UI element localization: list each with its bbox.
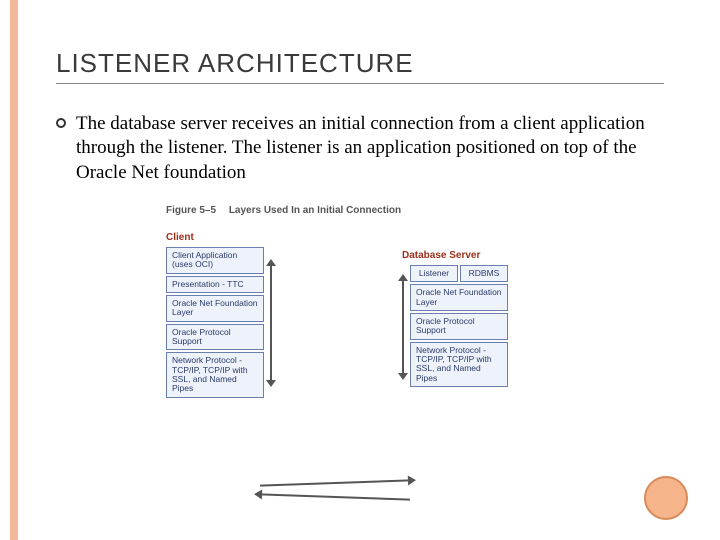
figure: Figure 5–5 Layers Used In an Initial Con… — [166, 205, 664, 400]
arrow-left-icon — [260, 493, 410, 500]
client-layer: Oracle Net Foundation Layer — [166, 295, 264, 322]
client-layer: Oracle Protocol Support — [166, 324, 264, 351]
body-bullet-row: The database server receives an initial … — [56, 112, 664, 185]
vertical-arrow-icon — [270, 264, 272, 382]
decorative-circle-icon — [644, 476, 688, 520]
client-layer: Client Application (uses OCI) — [166, 247, 264, 274]
server-layer: Oracle Protocol Support — [410, 313, 508, 340]
accent-bar — [10, 0, 18, 540]
vertical-arrow-icon — [402, 279, 404, 375]
client-layer: Presentation - TTC — [166, 276, 264, 293]
figure-caption-text: Layers Used In an Initial Connection — [229, 205, 401, 216]
client-layer: Network Protocol - TCP/IP, TCP/IP with S… — [166, 352, 264, 397]
server-column: Database Server Listener RDBMS Oracle Ne… — [402, 250, 508, 389]
figure-body: Client Client Application (uses OCI) Pre… — [166, 232, 664, 400]
bullet-icon — [56, 118, 66, 128]
figure-number: Figure 5–5 — [166, 205, 216, 216]
server-stack: Listener RDBMS Oracle Net Foundation Lay… — [410, 265, 508, 389]
server-layer: Network Protocol - TCP/IP, TCP/IP with S… — [410, 342, 508, 387]
client-stack: Client Application (uses OCI) Presentati… — [166, 247, 264, 400]
client-stack-row: Client Application (uses OCI) Presentati… — [166, 247, 272, 400]
server-label: Database Server — [402, 250, 508, 261]
horizontal-arrows — [260, 480, 440, 510]
server-rdbms-box: RDBMS — [460, 265, 508, 282]
figure-caption: Figure 5–5 Layers Used In an Initial Con… — [166, 205, 664, 216]
slide-title: LISTENER ARCHITECTURE — [56, 48, 664, 84]
body-text: The database server receives an initial … — [76, 112, 664, 185]
slide-content: LISTENER ARCHITECTURE The database serve… — [0, 0, 720, 400]
client-column: Client Client Application (uses OCI) Pre… — [166, 232, 272, 400]
arrow-right-icon — [260, 479, 410, 486]
client-label: Client — [166, 232, 272, 243]
server-stack-row: Listener RDBMS Oracle Net Foundation Lay… — [402, 265, 508, 389]
server-listener-box: Listener — [410, 265, 458, 282]
server-layer: Oracle Net Foundation Layer — [410, 284, 508, 311]
server-top-row: Listener RDBMS — [410, 265, 508, 282]
